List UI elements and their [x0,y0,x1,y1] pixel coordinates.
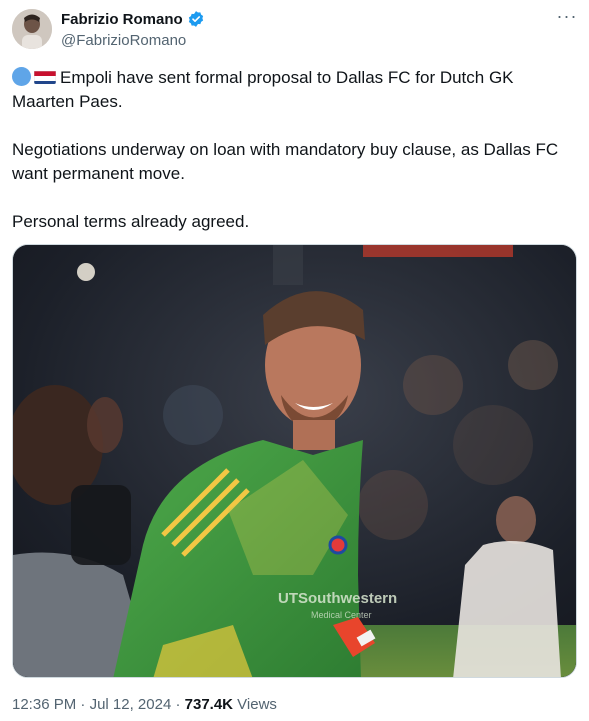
blue-circle-emoji-icon [12,67,31,86]
tweet-paragraph-3: Personal terms already agreed. [12,212,250,231]
tweet-paragraph-2: Negotiations underway on loan with manda… [12,140,559,183]
tweet-text: Empoli have sent formal proposal to Dall… [12,66,577,234]
tweet-meta: 12:36 PM · Jul 12, 2024 · 737.4K Views [12,696,277,713]
tweet-time[interactable]: 12:36 PM [12,696,76,713]
views-label: Views [233,696,277,713]
author-name[interactable]: Fabrizio Romano [61,10,205,28]
author-avatar[interactable] [12,9,52,49]
views-count[interactable]: 737.4K [185,696,233,713]
tweet-paragraph-1-text: Empoli have sent formal proposal to Dall… [12,68,514,111]
meta-separator: · [76,696,90,713]
tweet-paragraph-1: Empoli have sent formal proposal to Dall… [12,66,577,114]
netherlands-flag-icon [34,69,56,84]
flag-emojis [12,67,56,86]
verified-badge-icon [187,10,205,28]
tweet-photo[interactable]: UTSouthwestern Medical Center [12,244,577,678]
author-name-text[interactable]: Fabrizio Romano [61,11,183,28]
author-handle[interactable]: @FabrizioRomano [61,32,186,49]
meta-separator: · [171,696,185,713]
jersey-sponsor-text: UTSouthwestern [278,590,397,607]
jersey-sponsor-sub-text: Medical Center [311,610,372,620]
tweet-date[interactable]: Jul 12, 2024 [90,696,172,713]
more-options-icon[interactable]: ··· [552,6,582,32]
